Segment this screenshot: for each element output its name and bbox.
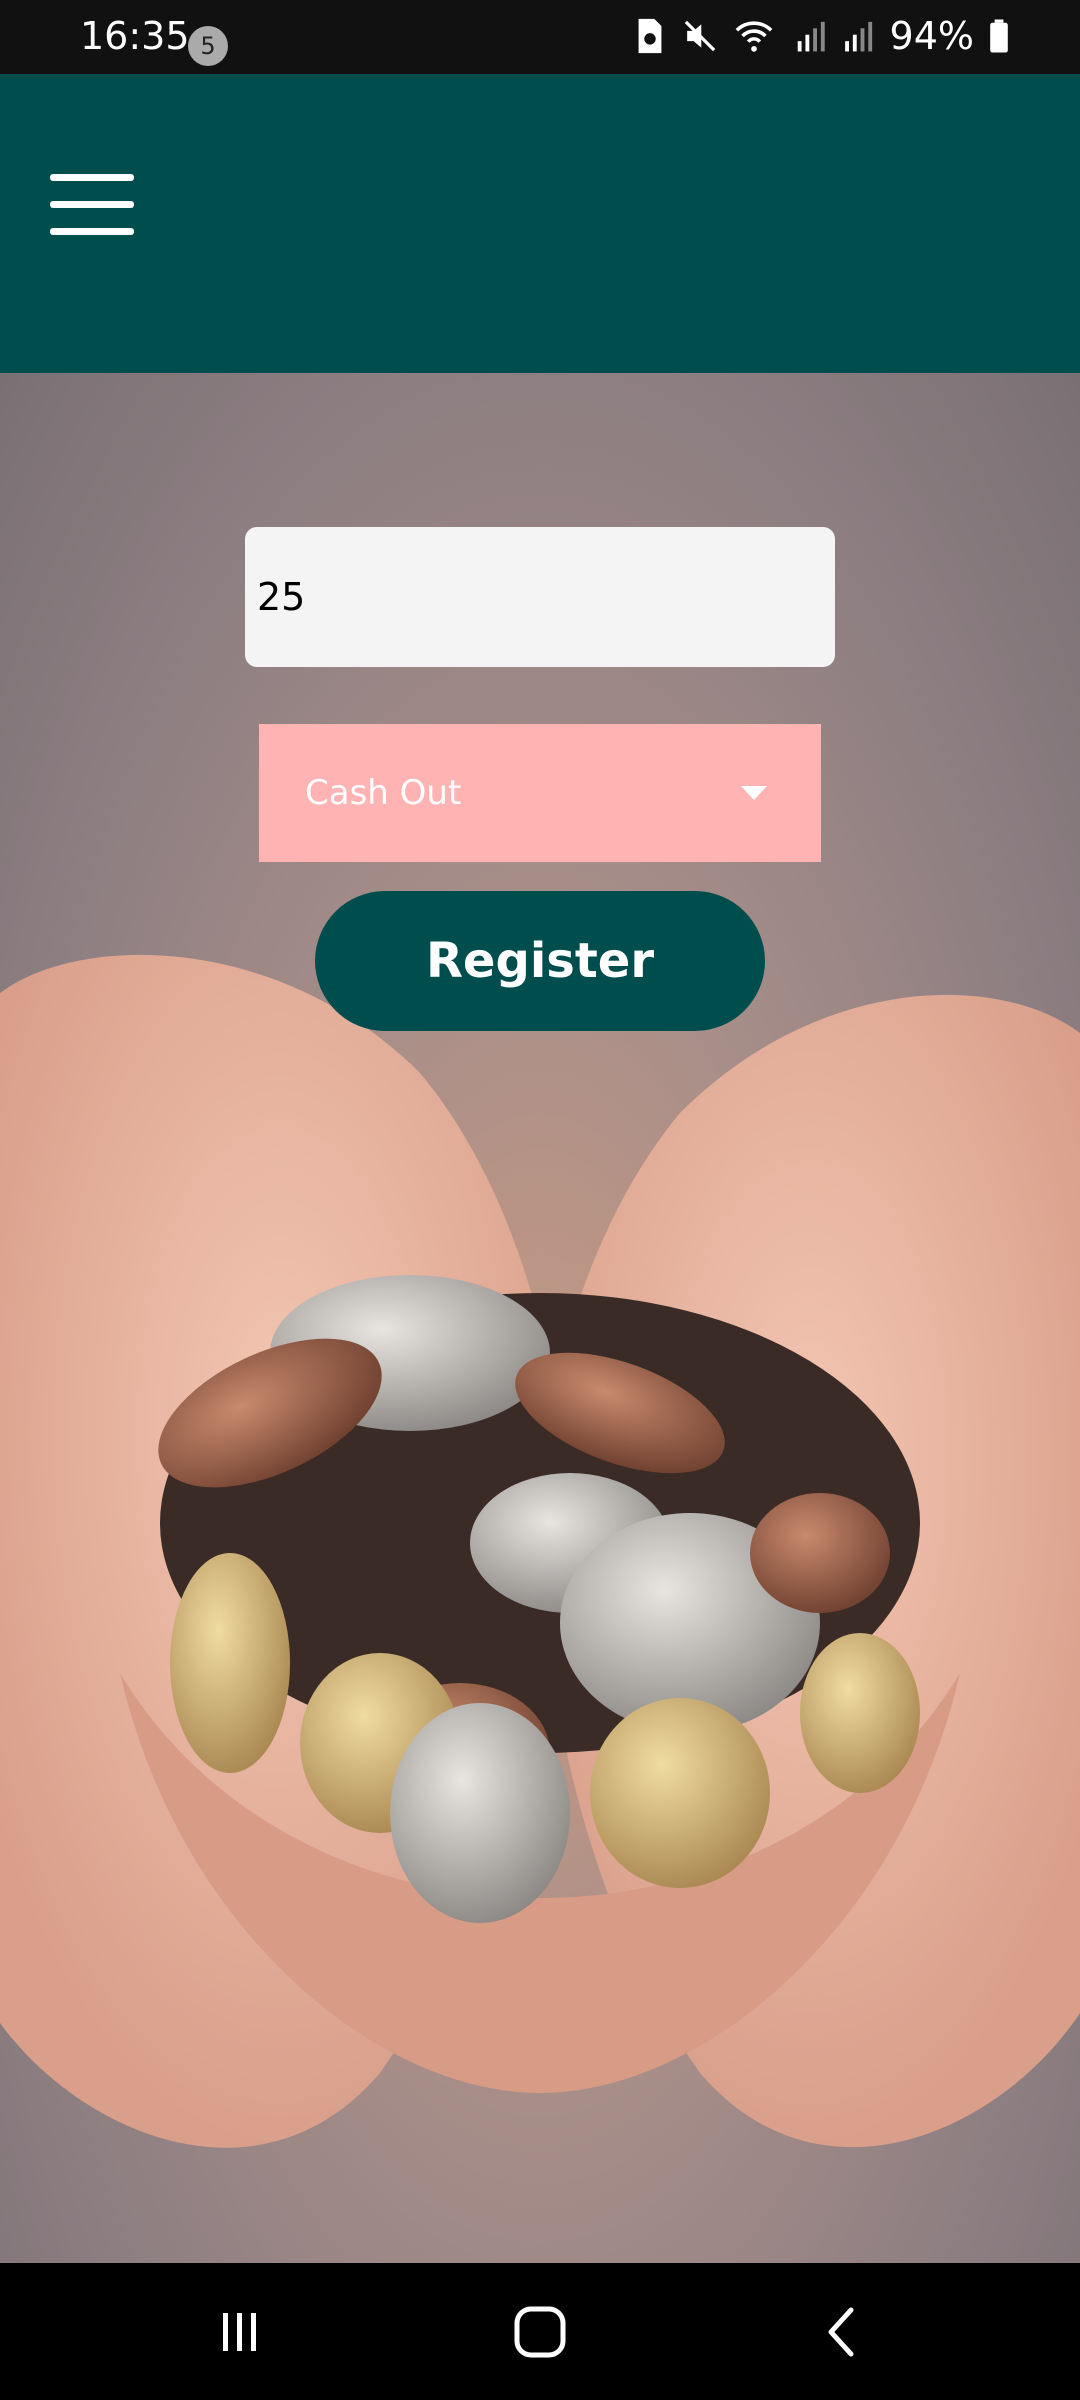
- transaction-type-dropdown[interactable]: Cash Out: [259, 724, 821, 862]
- back-icon[interactable]: [782, 2263, 902, 2400]
- hamburger-menu-icon[interactable]: [50, 174, 134, 240]
- app-bar: [0, 74, 1080, 373]
- signal-roaming-icon: [797, 21, 825, 52]
- wifi-icon: [735, 21, 772, 52]
- status-time: 16:35: [80, 14, 190, 58]
- system-nav-bar: [0, 2263, 1080, 2400]
- recents-icon[interactable]: [180, 2263, 300, 2400]
- home-icon[interactable]: [480, 2263, 600, 2400]
- amount-input[interactable]: 25: [245, 527, 835, 667]
- transaction-type-selected: Cash Out: [305, 773, 462, 813]
- dropdown-arrow-icon: [741, 786, 767, 800]
- register-button[interactable]: Register: [315, 891, 765, 1031]
- signal-icon: [844, 21, 872, 52]
- mute-icon: [684, 20, 715, 52]
- sim-card-icon: [638, 18, 661, 54]
- status-bar: 16:35 5 94%: [0, 0, 1080, 74]
- battery-icon: [990, 19, 1008, 53]
- main-content: 25 Cash Out Register: [0, 373, 1080, 2263]
- battery-percentage: 94%: [889, 14, 974, 58]
- notification-count-badge: 5: [188, 26, 228, 66]
- status-icons: 94%: [632, 14, 1010, 58]
